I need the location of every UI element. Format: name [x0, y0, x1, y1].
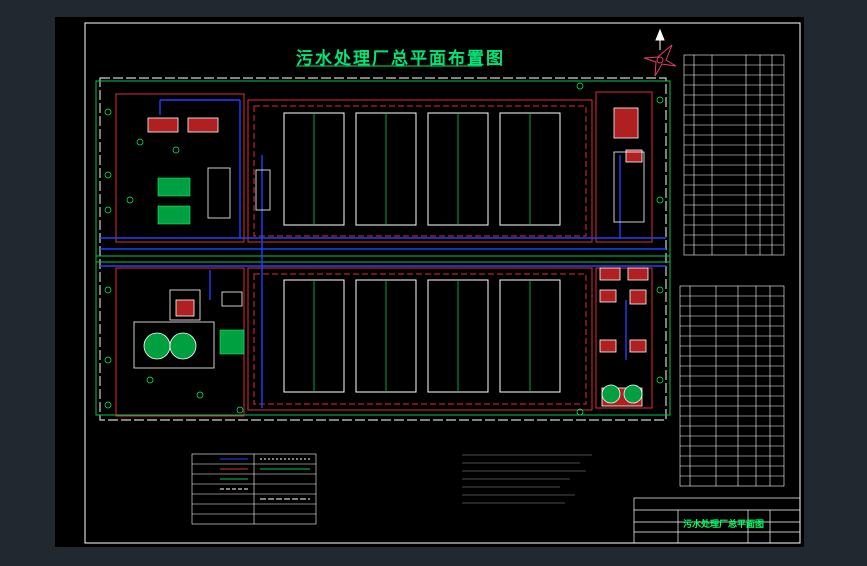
drawing-canvas	[0, 0, 867, 562]
drawing-sheet	[55, 17, 804, 547]
drawing-title: 污水处理厂总平面布置图	[296, 49, 505, 69]
titleblock-drawing-name: 污水处理厂总平面图	[683, 520, 765, 530]
table-pipelines	[679, 285, 785, 487]
site-plan-drawing	[55, 17, 804, 547]
table-structures	[683, 54, 785, 256]
